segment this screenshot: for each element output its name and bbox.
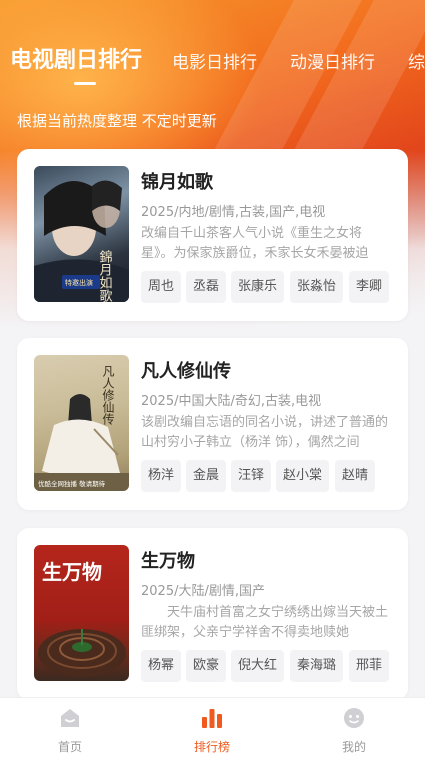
cast-tag[interactable]: 赵小棠 xyxy=(276,460,330,492)
tab-anime-daily[interactable]: 动漫日排行 xyxy=(290,48,375,73)
nav-ranking-label: 排行榜 xyxy=(193,740,230,754)
poster-calligraphy: 凡人修仙传 xyxy=(101,365,115,425)
cast-tag[interactable]: 张康乐 xyxy=(231,271,285,303)
cast-tag[interactable]: 杨洋 xyxy=(141,460,182,492)
drama-title[interactable]: 锦月如歌 xyxy=(141,168,213,194)
drama-poster[interactable]: 凡人修仙传 优酷全网独播 敬请期待 xyxy=(34,355,129,491)
poster-badge-text: 优酷全网独播 敬请期待 xyxy=(38,479,106,488)
cast-tag[interactable]: 秦海璐 xyxy=(290,650,344,682)
tab-movie-daily[interactable]: 电影日排行 xyxy=(172,48,257,73)
tab-variety-daily[interactable]: 综 xyxy=(408,48,425,73)
page-subtitle: 根据当前热度整理 不定时更新 xyxy=(17,112,217,130)
cast-tag[interactable]: 丞磊 xyxy=(186,271,227,303)
poster-badge-text: 特邀出演 xyxy=(65,278,93,287)
nav-profile-label: 我的 xyxy=(341,740,366,754)
cast-tag[interactable]: 汪铎 xyxy=(231,460,272,492)
drama-title[interactable]: 凡人修仙传 xyxy=(141,357,231,383)
profile-icon xyxy=(343,707,365,733)
nav-ranking[interactable]: 排行榜 xyxy=(152,698,272,757)
cast-tag[interactable]: 倪大红 xyxy=(231,650,285,682)
cast-tag[interactable]: 李卿 xyxy=(349,271,390,303)
nav-profile[interactable]: 我的 xyxy=(294,698,414,757)
drama-title[interactable]: 生万物 xyxy=(141,547,195,573)
cast-tag[interactable]: 邢菲 xyxy=(349,650,390,682)
cast-tag[interactable]: 欧豪 xyxy=(186,650,227,682)
cast-tag[interactable]: 杨幂 xyxy=(141,650,182,682)
drama-card[interactable]: 凡人修仙传 优酷全网独播 敬请期待 凡人修仙传 2025/中国大陆/奇幻,古装,… xyxy=(17,338,408,510)
nav-home-label: 首页 xyxy=(57,740,82,754)
poster-calligraphy: 生万物 xyxy=(42,560,102,584)
poster-calligraphy: 錦月如歌 xyxy=(97,249,113,302)
drama-poster[interactable]: 生万物 xyxy=(34,545,129,681)
ranking-tabs: 电视剧日排行 电影日排行 动漫日排行 综 xyxy=(0,38,425,98)
cast-tag[interactable]: 张淼怡 xyxy=(290,271,344,303)
drama-meta: 2025/大陆/剧情,国产 xyxy=(141,584,265,599)
drama-card[interactable]: 生万物 生万物 2025/大陆/剧情,国产 天牛庙村首富之女宁绣绣出嫁当天被土匪… xyxy=(17,528,408,700)
drama-card[interactable]: 錦月如歌 特邀出演 锦月如歌 2025/内地/剧情,古装,国产,电视 改编自千山… xyxy=(17,149,408,321)
cast-tag[interactable]: 金晨 xyxy=(186,460,227,492)
drama-description: 该剧改编自忘语的同名小说，讲述了普通的山村穷小子韩立（杨洋 饰），偶然之间 xyxy=(141,415,389,450)
ranking-icon xyxy=(201,707,223,733)
cast-tag[interactable]: 赵晴 xyxy=(335,460,376,492)
drama-meta: 2025/内地/剧情,古装,国产,电视 xyxy=(141,205,326,220)
home-icon xyxy=(59,707,81,733)
tab-tv-daily[interactable]: 电视剧日排行 xyxy=(10,42,142,74)
drama-description: 天牛庙村首富之女宁绣绣出嫁当天被土匪绑架，父亲宁学祥舍不得卖地赎她 xyxy=(141,605,389,640)
cast-tag[interactable]: 周也 xyxy=(141,271,182,303)
drama-meta: 2025/中国大陆/奇幻,古装,电视 xyxy=(141,394,322,409)
nav-home[interactable]: 首页 xyxy=(10,698,130,757)
bottom-nav: 首页 排行榜 我的 xyxy=(0,697,425,757)
drama-poster[interactable]: 錦月如歌 特邀出演 xyxy=(34,166,129,302)
drama-description: 改编自千山茶客人气小说《重生之女将星》。为保家族爵位，禾家长女禾晏被迫 xyxy=(141,226,369,261)
tab-active-indicator xyxy=(74,82,96,85)
